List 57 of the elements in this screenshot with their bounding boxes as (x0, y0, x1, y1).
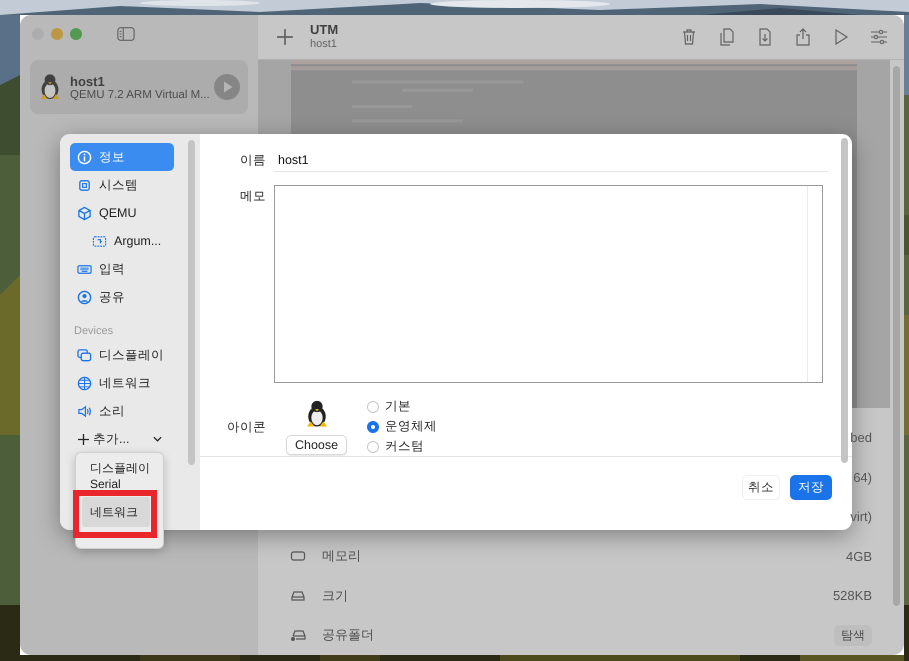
vm-description: QEMU 7.2 ARM Virtual M... (70, 88, 210, 100)
field-label: 메모 (239, 188, 266, 205)
detail-value: 64) (853, 470, 872, 485)
sidebar-toggle-icon[interactable] (117, 25, 135, 43)
copy-icon[interactable] (718, 28, 736, 46)
choose-button[interactable]: Choose (286, 434, 348, 454)
display-icon (77, 348, 92, 362)
radio-option[interactable]: 운영체제 (367, 418, 438, 435)
detail-value: 4GB (846, 548, 872, 564)
chevron-down-icon (153, 436, 162, 442)
save-button[interactable]: 저장 (790, 475, 832, 500)
chip-icon (77, 178, 92, 192)
app-title: UTM (310, 23, 338, 38)
cancel-button[interactable]: 취소 (742, 475, 780, 500)
sidebar-item[interactable]: QEMU (70, 199, 174, 227)
vm-list-item[interactable]: host1 QEMU 7.2 ARM Virtual M... (30, 60, 248, 114)
settings-icon[interactable] (870, 28, 888, 46)
sidebar-item[interactable]: 입력 (70, 255, 174, 283)
detail-label: 메모리 (322, 547, 361, 566)
field-label: 아이콘 (226, 419, 266, 436)
radio-option[interactable]: 커스텀 (367, 438, 438, 455)
zoom-button[interactable] (70, 28, 82, 40)
sidebar-item[interactable]: 소리 (70, 397, 174, 425)
sidebar-item[interactable]: 네트워크 (70, 369, 174, 397)
cube-icon (77, 206, 92, 220)
info-icon (77, 150, 92, 164)
scrollbar[interactable] (893, 66, 900, 606)
sidebar-item[interactable]: Argum... (70, 227, 190, 255)
trash-icon[interactable] (680, 28, 698, 46)
globe-icon (77, 376, 92, 390)
detail-label: 크기 (322, 586, 348, 605)
play-icon[interactable] (214, 74, 240, 100)
plus-icon (78, 434, 89, 444)
sidebar-item[interactable]: 디스플레이 (70, 341, 174, 369)
add-device-button[interactable]: 추가... (70, 425, 162, 453)
field-label: 이름 (239, 152, 266, 169)
section-header: Devices (74, 325, 114, 337)
memo-field[interactable] (274, 185, 823, 383)
radio-option[interactable]: 기본 (367, 398, 438, 415)
menu-item[interactable]: 디스플레이 (82, 458, 150, 478)
scrollbar[interactable] (841, 138, 848, 463)
vm-name: host1 (70, 74, 106, 88)
person-icon (77, 290, 92, 304)
sidebar-item[interactable]: 시스템 (70, 171, 174, 199)
vm-subtitle: host1 (310, 38, 338, 51)
menu-item[interactable]: 네트워크 (82, 497, 150, 527)
speaker-icon (77, 404, 92, 418)
detail-value: 528KB (832, 588, 872, 604)
text-field-icon (92, 234, 107, 248)
scrollbar[interactable] (188, 140, 195, 465)
browse-button[interactable]: 탐색 (834, 624, 872, 646)
sidebar-item[interactable]: 공유 (70, 283, 174, 311)
add-icon[interactable] (276, 28, 294, 46)
menu-item[interactable]: Serial (82, 478, 150, 491)
detail-label: 공유폴더 (322, 626, 374, 644)
share-icon[interactable] (794, 28, 812, 46)
penguin-icon (38, 72, 62, 102)
